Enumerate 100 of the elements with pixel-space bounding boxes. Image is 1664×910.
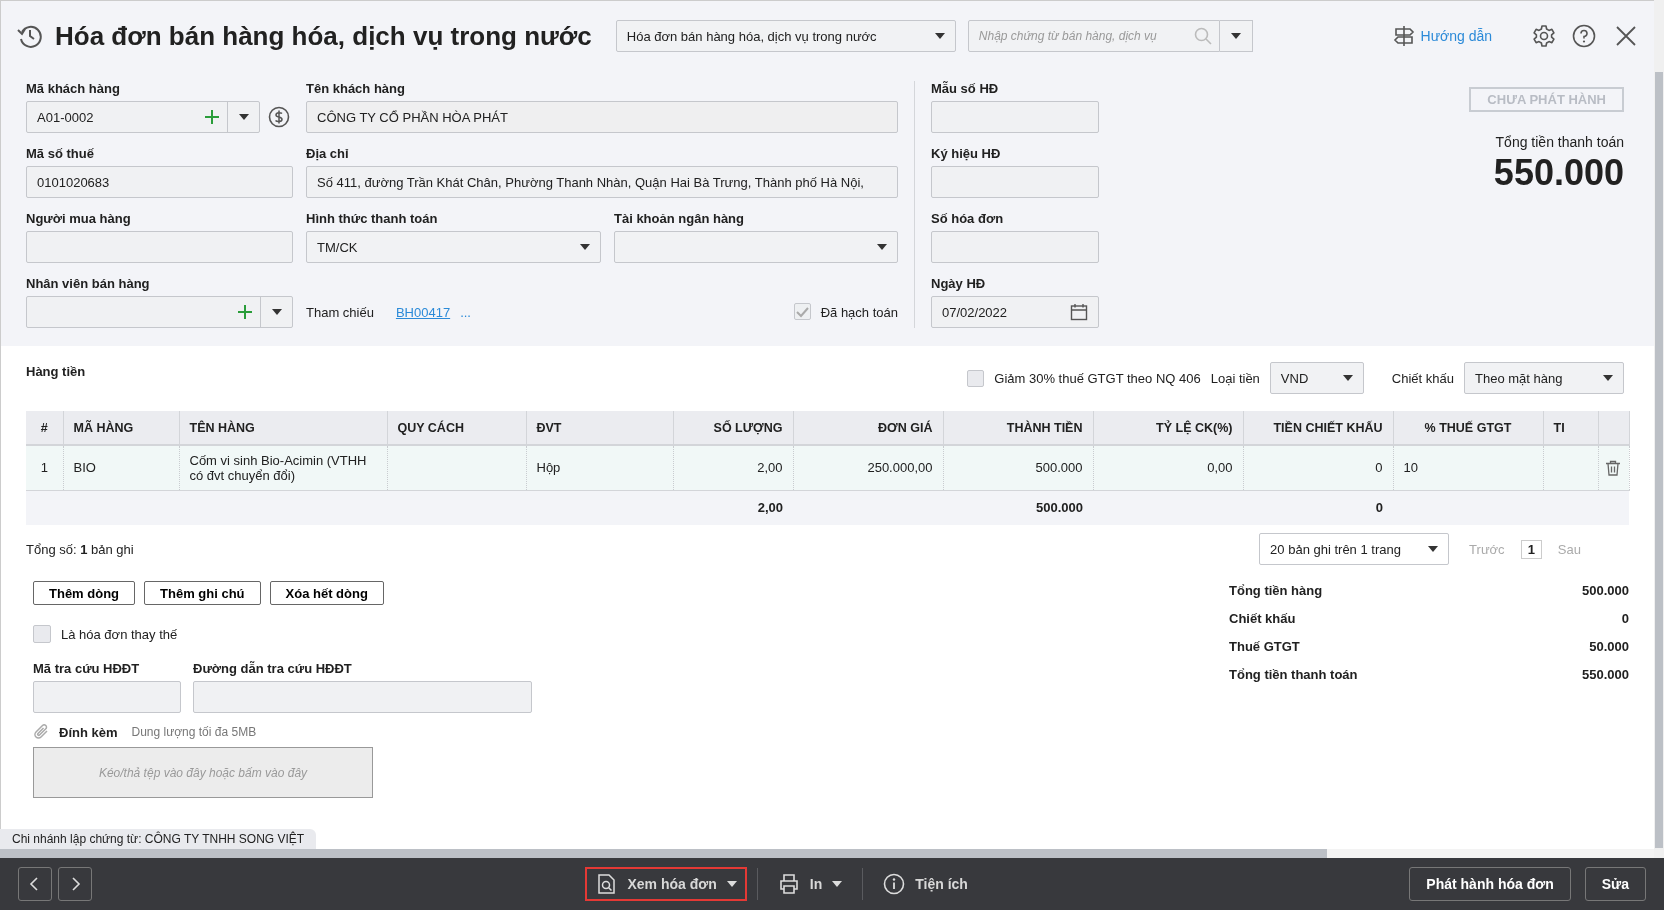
- search-dropdown-button[interactable]: [1219, 20, 1253, 52]
- customer-code-field[interactable]: A01-0002: [26, 101, 260, 133]
- reference-label: Tham chiếu: [306, 305, 374, 320]
- caret-icon[interactable]: [580, 244, 590, 250]
- summary-value: 0: [1621, 611, 1629, 628]
- plus-icon[interactable]: [205, 110, 219, 124]
- column-header[interactable]: #: [26, 411, 63, 445]
- column-header[interactable]: TÊN HÀNG: [179, 411, 387, 445]
- column-header[interactable]: ĐƠN GIÁ: [793, 411, 943, 445]
- posted-checkbox[interactable]: [793, 303, 811, 320]
- info-circle-icon: [883, 873, 906, 895]
- field-label: Tên khách hàng: [306, 81, 406, 98]
- trash-icon[interactable]: [1604, 459, 1621, 476]
- invoice-type-dropdown[interactable]: Hóa đơn bán hàng hóa, dịch vụ trong nước: [615, 20, 956, 52]
- close-icon[interactable]: [1616, 26, 1636, 46]
- table-cell: 10: [1393, 445, 1543, 490]
- row-action-button[interactable]: Thêm dòng: [33, 581, 136, 605]
- currency-label: Loại tiền: [1210, 370, 1260, 386]
- currency-dropdown[interactable]: VND: [1269, 362, 1364, 394]
- salesperson-field[interactable]: [26, 296, 293, 328]
- history-clock-icon[interactable]: [17, 23, 43, 49]
- horizontal-scrollbar[interactable]: [0, 849, 1327, 858]
- signpost-icon: [1392, 25, 1415, 47]
- column-header[interactable]: TI: [1543, 411, 1598, 445]
- page-title: Hóa đơn bán hàng hóa, dịch vụ trong nước: [55, 20, 592, 52]
- vertical-scrollbar[interactable]: [1655, 72, 1663, 848]
- search-field[interactable]: Nhập chứng từ bán hàng, dịch vụ: [967, 20, 1220, 52]
- buyer-field[interactable]: [26, 231, 293, 263]
- printer-icon: [777, 873, 800, 895]
- caret-icon[interactable]: [1603, 375, 1613, 381]
- summary-label: Tổng tiền thanh toán: [1229, 667, 1358, 684]
- caret-icon[interactable]: [1230, 33, 1241, 39]
- field-label: Mã khách hàng: [26, 81, 121, 98]
- page-number[interactable]: 1: [1520, 539, 1542, 559]
- invoice-number-field[interactable]: [931, 231, 1099, 263]
- row-action-button[interactable]: Xóa hết dòng: [269, 581, 384, 605]
- record-count: Tổng số: 1 bản ghi: [26, 541, 134, 557]
- field-label: Nhân viên bán hàng: [26, 276, 151, 293]
- summary-label: Tổng tiền hàng: [1229, 583, 1323, 600]
- column-header[interactable]: TIỀN CHIẾT KHẤU: [1243, 411, 1393, 445]
- tax-code-field[interactable]: 0101020683: [26, 166, 293, 198]
- lookup-code-field[interactable]: [33, 681, 181, 713]
- field-label: Tài khoản ngân hàng: [614, 211, 745, 228]
- section-title: Hàng tiền: [26, 364, 86, 379]
- total-amount: 550.000: [1493, 152, 1624, 194]
- field-label: Mẫu số HĐ: [931, 81, 1000, 98]
- toolbar-button[interactable]: Tiện ích: [873, 867, 978, 901]
- caret-icon[interactable]: [1428, 546, 1439, 552]
- table-cell: BIO: [63, 445, 179, 490]
- next-button[interactable]: [58, 867, 92, 901]
- table-cell: 500.000: [943, 445, 1093, 490]
- date-field[interactable]: 07/02/2022: [931, 296, 1099, 328]
- toolbar-button[interactable]: Xem hóa đơn: [585, 867, 747, 901]
- caret-icon[interactable]: [238, 114, 249, 120]
- settings-icon[interactable]: [1532, 24, 1556, 48]
- payment-method-dropdown[interactable]: TM/CK: [306, 231, 601, 263]
- help-icon[interactable]: [1572, 24, 1596, 48]
- caret-icon[interactable]: [271, 309, 282, 315]
- column-header[interactable]: THÀNH TIỀN: [943, 411, 1093, 445]
- caret-icon[interactable]: [934, 33, 945, 39]
- field-label: Mã số thuế: [26, 146, 95, 163]
- attachment-hint: Dung lượng tối đa 5MB: [131, 725, 257, 739]
- caret-icon[interactable]: [832, 881, 843, 887]
- address-field[interactable]: Số 411, đường Trần Khát Chân, Phường Thanh Nhàn, Quận Hai Bà Trưng, Thành phố Hà Nội,: [306, 166, 898, 198]
- summary-value: 500.000: [1582, 583, 1629, 600]
- column-header[interactable]: QUY CÁCH: [387, 411, 526, 445]
- table-cell: Cốm vi sinh Bio-Acimin (VTHH có đvt chuyển đổi): [179, 445, 387, 490]
- column-header[interactable]: % THUẾ GTGT: [1393, 411, 1543, 445]
- field-label: Hình thức thanh toán: [306, 211, 439, 228]
- vat-reduction-checkbox[interactable]: [967, 369, 985, 387]
- field-label: Ngày HĐ: [931, 276, 987, 293]
- discount-label: Chiết khấu: [1391, 370, 1454, 386]
- plus-icon[interactable]: [238, 305, 252, 319]
- lookup-link-field[interactable]: [193, 681, 532, 713]
- invoice-template-field[interactable]: [931, 101, 1099, 133]
- customer-name-field[interactable]: CÔNG TY CỔ PHẦN HÒA PHÁT: [306, 101, 898, 133]
- toolbar-action-button[interactable]: Sửa: [1584, 867, 1646, 901]
- column-header[interactable]: MÃ HÀNG: [63, 411, 179, 445]
- replacement-checkbox[interactable]: [33, 625, 51, 643]
- calendar-icon[interactable]: [1070, 303, 1088, 321]
- page-size-dropdown[interactable]: 20 bản ghi trên 1 trang: [1259, 533, 1450, 565]
- column-header[interactable]: ĐVT: [526, 411, 673, 445]
- checkbox-label: Đã hạch toán: [820, 305, 898, 320]
- dollar-circle-icon[interactable]: [268, 106, 290, 128]
- field-label: Mã tra cứu HĐĐT: [33, 661, 141, 678]
- field-label: Địa chỉ: [306, 146, 350, 163]
- column-header[interactable]: TỶ LỆ CK(%): [1093, 411, 1243, 445]
- column-header[interactable]: SỐ LƯỢNG: [673, 411, 793, 445]
- table-cell: 0,00: [1093, 445, 1243, 490]
- table-cell: Hộp: [526, 445, 673, 490]
- discount-dropdown[interactable]: Theo mặt hàng: [1464, 362, 1624, 394]
- invoice-symbol-field[interactable]: [931, 166, 1099, 198]
- toolbar-action-button[interactable]: Phát hành hóa đơn: [1409, 867, 1571, 901]
- caret-icon[interactable]: [726, 881, 737, 887]
- caret-icon[interactable]: [1342, 375, 1353, 381]
- summary-label: Thuế GTGT: [1229, 639, 1300, 656]
- previous-button[interactable]: [18, 867, 52, 901]
- toolbar-button[interactable]: In: [767, 867, 853, 901]
- caret-icon[interactable]: [877, 244, 887, 250]
- row-action-button[interactable]: Thêm ghi chú: [144, 581, 261, 605]
